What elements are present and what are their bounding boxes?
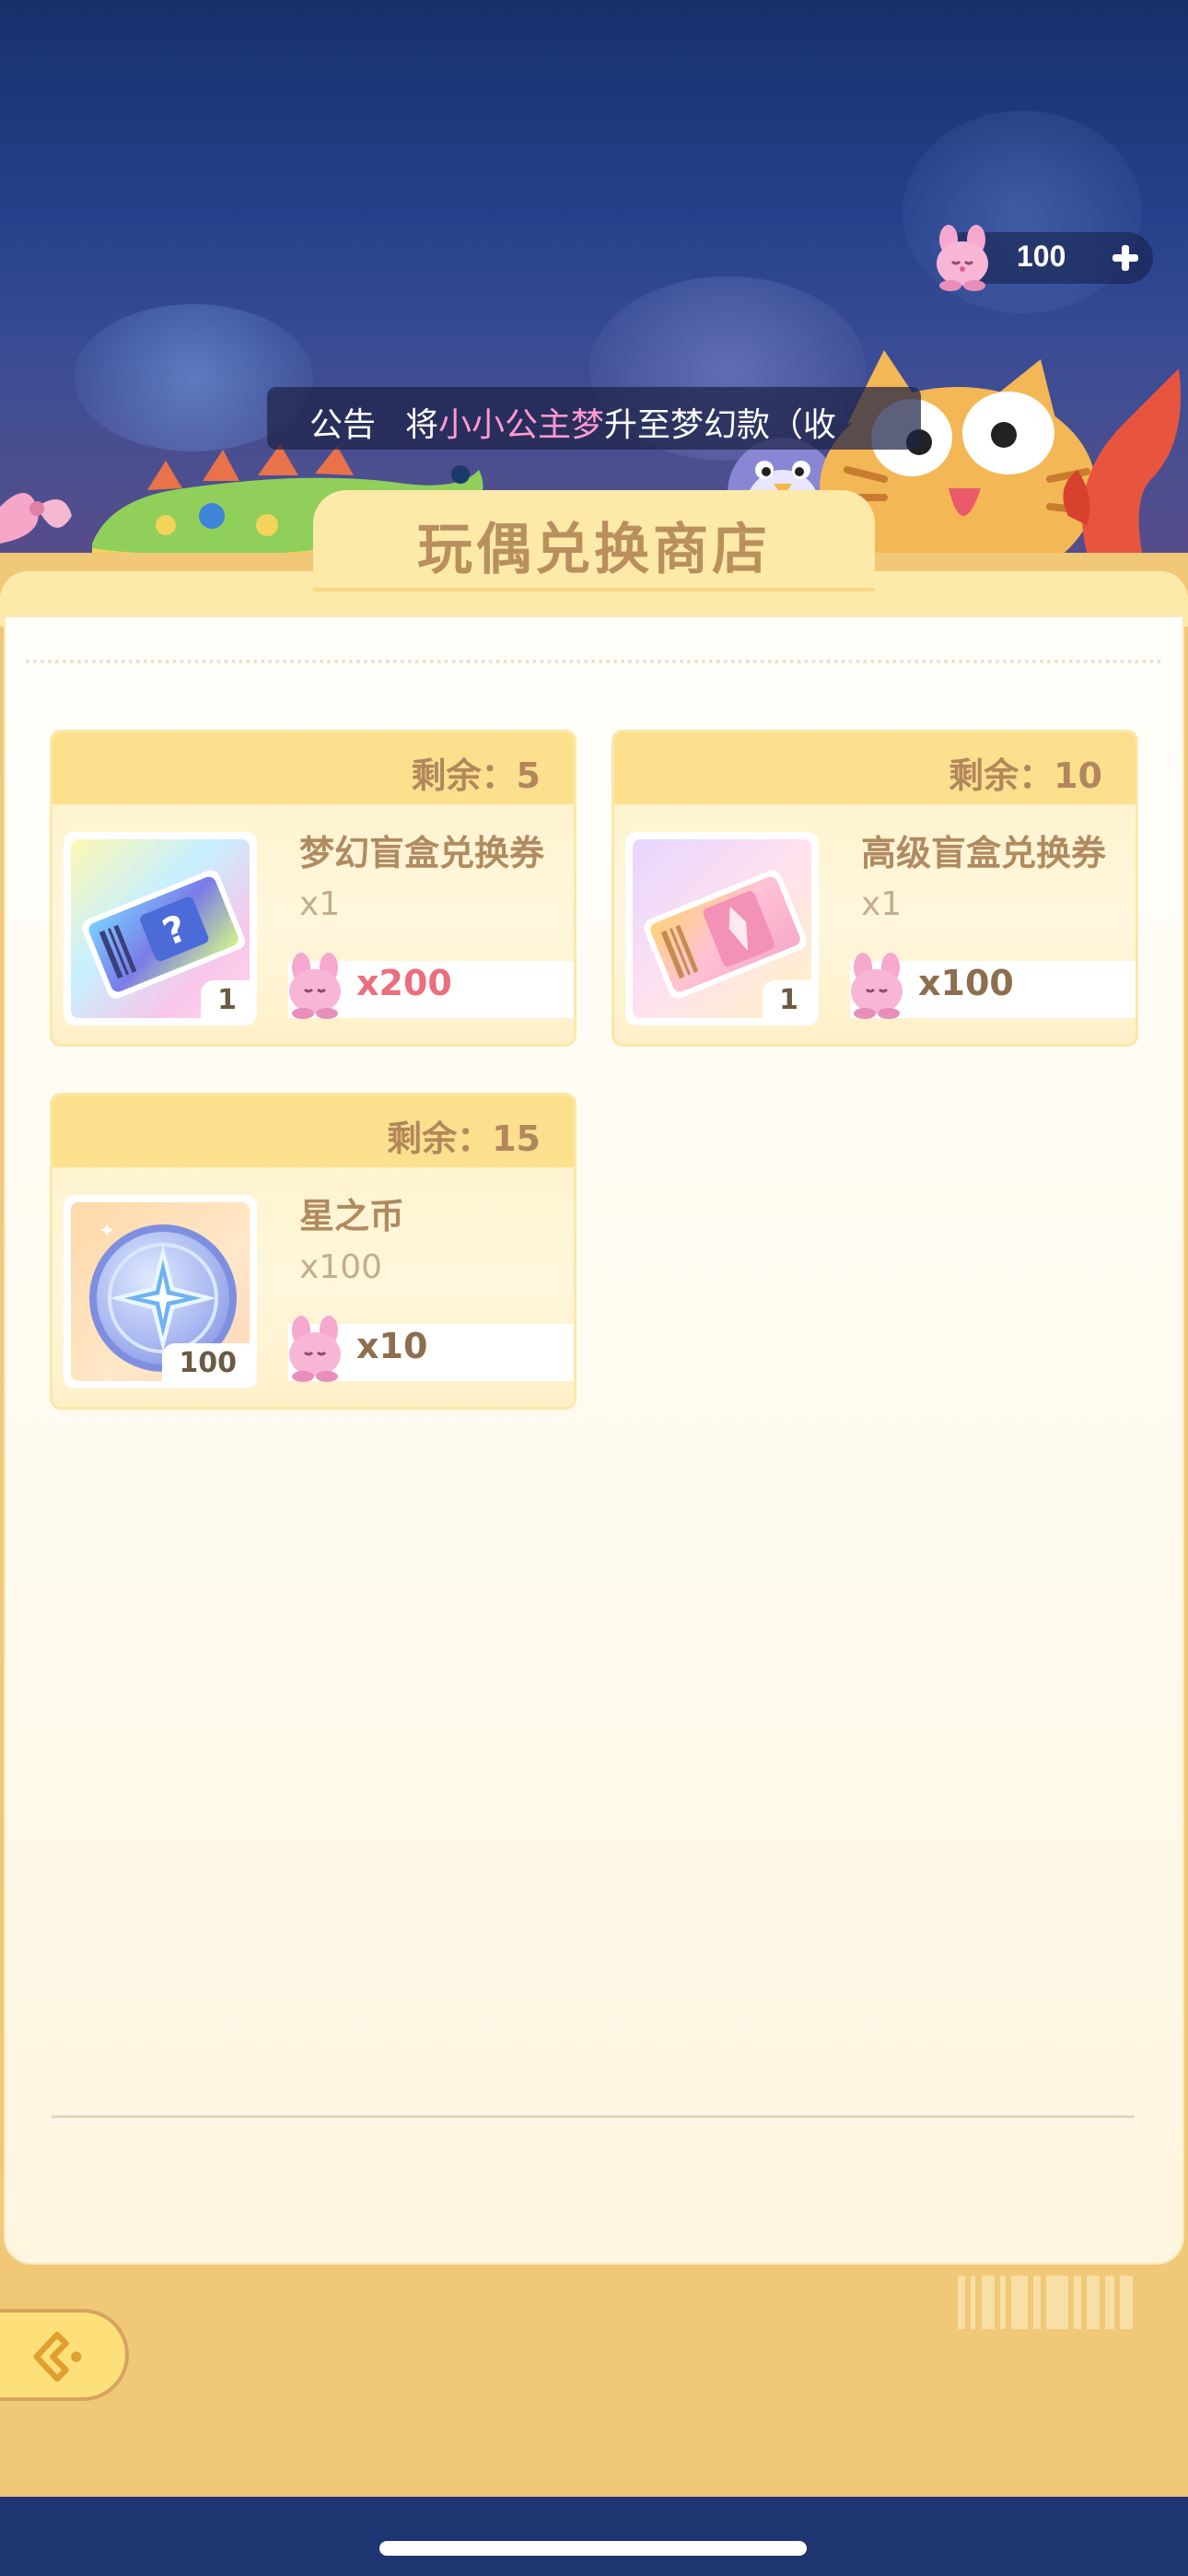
- remaining-stock: 剩余：10: [949, 755, 1102, 796]
- item-thumbnail: 1: [625, 832, 819, 1025]
- item-thumbnail: ? 1: [64, 832, 257, 1025]
- back-button[interactable]: [0, 2309, 129, 2401]
- divider: [26, 660, 1162, 663]
- announcement-message: 将小小公主梦升至梦幻款（收: [405, 406, 837, 444]
- announcement-highlight: 小小公主梦: [438, 406, 605, 444]
- thumbnail-count: 1: [763, 980, 811, 1018]
- shop-item-card[interactable]: 剩余：5 ? 1 梦幻盲盒兑换券 x1 x200: [50, 730, 577, 1047]
- item-name: 高级盲盒兑换券: [861, 833, 1107, 873]
- ribbon-bow-decoration: [0, 493, 72, 544]
- plus-icon[interactable]: [1109, 241, 1142, 275]
- bunny-token-icon: [937, 225, 988, 291]
- item-price: x200: [356, 963, 452, 1003]
- page-title: 玩偶兑换商店: [417, 518, 771, 582]
- announcement-ticker[interactable]: 公告 将小小公主梦升至梦幻款（收: [267, 387, 921, 450]
- item-quantity: x1: [861, 885, 903, 923]
- item-quantity: x1: [299, 885, 341, 923]
- bunny-token-icon: [289, 1316, 341, 1382]
- bunny-token-icon: [851, 953, 903, 1019]
- shop-item-card[interactable]: 剩余：15 ✦ 100 星之币 x100 x10: [50, 1093, 577, 1410]
- home-indicator[interactable]: [379, 2541, 807, 2556]
- thumbnail-count: 1: [201, 980, 250, 1018]
- announcement-tag: 公告: [309, 406, 377, 444]
- back-arrow-icon: [33, 2331, 82, 2383]
- shop-item-card[interactable]: 剩余：10 1 高级盲盒兑换券 x1 x100: [611, 730, 1138, 1047]
- svg-text:✦: ✦: [99, 1220, 115, 1243]
- item-quantity: x100: [299, 1248, 383, 1286]
- item-price: x100: [918, 963, 1014, 1003]
- remaining-stock: 剩余：15: [387, 1118, 541, 1159]
- bunny-token-icon: [289, 953, 341, 1019]
- barcode-decoration: [958, 2276, 1133, 2329]
- item-name: 梦幻盲盒兑换券: [299, 833, 545, 873]
- crab-claw-decoration: [1063, 369, 1181, 553]
- item-thumbnail: ✦ 100: [64, 1195, 257, 1388]
- divider: [52, 2115, 1135, 2118]
- thumbnail-count: 100: [162, 1343, 250, 1381]
- item-name: 星之币: [299, 1196, 405, 1236]
- remaining-stock: 剩余：5: [411, 755, 541, 796]
- item-price: x10: [356, 1326, 428, 1366]
- currency-amount: 100: [1017, 240, 1066, 273]
